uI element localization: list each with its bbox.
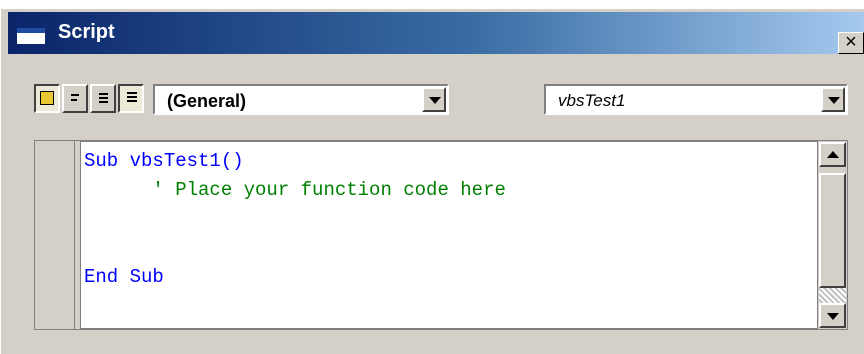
close-button[interactable]: × [838,32,864,54]
align-left-icon [68,91,82,105]
scroll-track[interactable] [819,288,846,304]
window-icon [17,28,45,44]
scroll-icon [40,91,54,105]
title-bar[interactable]: Script × [8,12,864,54]
code-editor-frame: Sub vbsTest1() ' Place your function cod… [34,140,848,330]
code-line: Sub vbsTest1() [84,150,244,172]
code-line: End Sub [84,266,164,288]
line-gutter [35,141,75,329]
chevron-down-icon[interactable] [821,87,845,112]
chevron-down-icon[interactable] [422,87,446,112]
scroll-up-button[interactable] [819,142,846,167]
procedure-combo-value: vbsTest1 [558,91,626,110]
window-title: Script [58,21,115,43]
justify-icon [124,91,138,105]
object-combo-value: (General) [167,91,247,111]
object-combo[interactable]: (General) [153,84,449,115]
justify-button[interactable] [118,84,144,113]
align-right-button[interactable] [90,84,116,113]
align-left-button[interactable] [62,84,88,113]
script-view-button[interactable] [34,84,60,113]
code-line: ' Place your function code here [84,179,506,201]
procedure-combo[interactable]: vbsTest1 [544,84,848,115]
scroll-down-button[interactable] [819,303,846,328]
scroll-thumb[interactable] [819,173,846,288]
code-editor[interactable]: Sub vbsTest1() ' Place your function cod… [80,141,818,329]
align-right-icon [96,91,110,105]
vertical-scrollbar[interactable] [817,141,847,329]
